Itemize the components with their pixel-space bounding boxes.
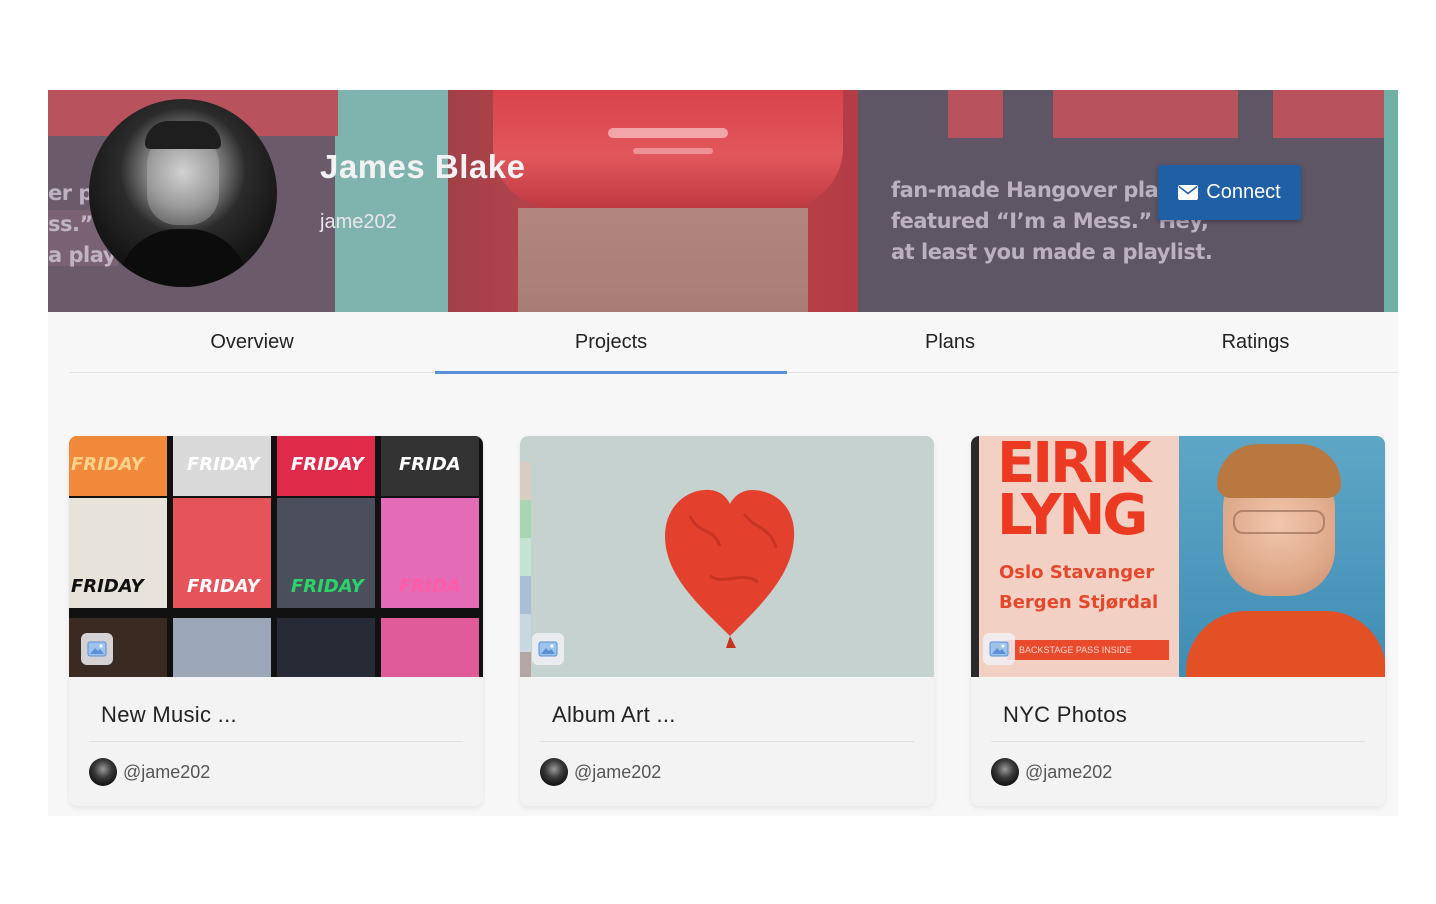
project-card[interactable]: FRIDAY FRIDAY FRIDAY FRIDA FRIDAY FRIDAY… <box>69 436 483 806</box>
thumbnail-stripe <box>520 576 531 614</box>
portrait-jacket <box>1186 611 1385 677</box>
envelope-icon <box>1178 185 1199 200</box>
project-title[interactable]: New Music ... <box>101 702 237 728</box>
card-divider <box>89 741 463 742</box>
project-owner[interactable]: @jame202 <box>991 758 1112 786</box>
profile-banner: fan-made Hangover play featured “I’m a M… <box>48 90 1398 312</box>
thumbnail-stripe <box>520 614 531 652</box>
profile-username: jame202 <box>320 211 397 233</box>
collage-text: FRIDAY <box>71 576 144 597</box>
project-thumbnail[interactable] <box>520 436 934 677</box>
tab-plans[interactable]: Plans <box>787 312 1113 373</box>
tab-overview[interactable]: Overview <box>69 312 435 373</box>
banner-photo-skin <box>518 208 808 312</box>
project-thumbnail[interactable]: FRIDAY FRIDAY FRIDAY FRIDA FRIDAY FRIDAY… <box>69 436 483 677</box>
banner-shape <box>1053 90 1238 138</box>
project-card[interactable]: EIRIK LYNG Oslo Stavanger Bergen Stjørda… <box>971 436 1385 806</box>
profile-name: James Blake <box>320 148 526 185</box>
avatar-shirt <box>117 229 249 287</box>
poster-cities-line: Oslo Stavanger <box>999 562 1155 583</box>
project-card[interactable]: Album Art ... @jame202 <box>520 436 934 806</box>
tab-projects[interactable]: Projects <box>435 312 787 374</box>
project-title[interactable]: Album Art ... <box>552 702 676 728</box>
collage-text: FRIDAY <box>291 576 364 597</box>
collage-tile <box>277 618 375 677</box>
profile-avatar <box>89 99 277 287</box>
project-owner-handle: @jame202 <box>123 761 211 782</box>
thumbnail-stripe <box>520 538 531 576</box>
project-owner[interactable]: @jame202 <box>89 758 210 786</box>
project-owner[interactable]: @jame202 <box>540 758 661 786</box>
project-owner-handle: @jame202 <box>574 761 662 782</box>
profile-tabs: Overview Projects Plans Ratings <box>69 312 1398 374</box>
collage-tile <box>381 618 479 677</box>
collage-text: FRIDAY <box>187 454 260 475</box>
card-divider <box>991 741 1365 742</box>
collage-text: FRIDAY <box>71 454 144 475</box>
portrait-glasses <box>1233 510 1325 534</box>
connect-label: Connect <box>1206 181 1281 203</box>
image-icon <box>81 633 113 665</box>
collage-text: FRIDA <box>399 576 461 597</box>
poster-artist-name: EIRIK LYNG <box>997 436 1151 548</box>
image-icon <box>532 633 564 665</box>
collage-tile <box>173 618 271 677</box>
heart-balloon-image <box>665 489 795 648</box>
banner-shape <box>948 90 1003 138</box>
thumbnail-collage: FRIDAY FRIDAY FRIDAY FRIDA FRIDAY FRIDAY… <box>69 436 483 677</box>
poster-cities-line: Bergen Stjørdal <box>999 592 1159 613</box>
banner-shine <box>633 148 713 154</box>
banner-caption-line: at least you made a playlist. <box>891 240 1213 264</box>
portrait-hair <box>1217 444 1341 498</box>
thumbnail-stripe <box>520 652 531 677</box>
image-icon <box>983 633 1015 665</box>
collage-text: FRIDA <box>399 454 461 475</box>
poster-cities: Oslo Stavanger Bergen Stjørdal <box>999 558 1158 618</box>
thumbnail-stripe <box>520 462 531 500</box>
project-thumbnail[interactable]: EIRIK LYNG Oslo Stavanger Bergen Stjørda… <box>971 436 1385 677</box>
project-title[interactable]: NYC Photos <box>1003 702 1127 728</box>
banner-shine <box>608 128 728 138</box>
collage-text: FRIDAY <box>291 454 364 475</box>
thumbnail-frame <box>971 436 979 677</box>
banner-bg-edge <box>1384 90 1398 312</box>
thumbnail-stripe <box>520 500 531 538</box>
project-owner-handle: @jame202 <box>1025 761 1113 782</box>
collage-text: FRIDAY <box>187 576 260 597</box>
card-divider <box>540 741 914 742</box>
connect-button[interactable]: Connect <box>1158 165 1301 220</box>
poster-pass-banner: BACKSTAGE PASS INSIDE <box>1007 640 1169 660</box>
avatar <box>89 758 117 786</box>
banner-shape <box>1273 90 1384 138</box>
tab-ratings[interactable]: Ratings <box>1113 312 1398 373</box>
avatar <box>991 758 1019 786</box>
avatar-hair <box>145 121 221 149</box>
profile-page: fan-made Hangover play featured “I’m a M… <box>48 90 1398 816</box>
avatar <box>540 758 568 786</box>
